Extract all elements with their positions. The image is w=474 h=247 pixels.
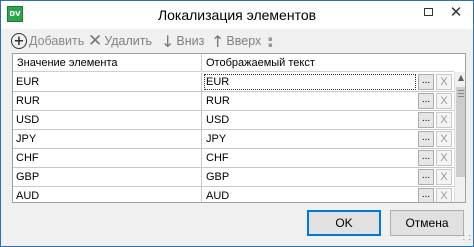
arrow-up-icon: ↑ — [211, 31, 225, 51]
ok-button[interactable]: OK — [307, 210, 381, 236]
table-row[interactable]: GBP GBP ... X — [13, 168, 454, 187]
scroll-up-arrow-icon[interactable]: ▲ — [455, 72, 465, 84]
cell-display-text[interactable]: CHF — [203, 149, 417, 167]
cell-display-text[interactable]: JPY — [203, 130, 417, 148]
add-button[interactable]: + Добавить — [11, 31, 84, 51]
cell-value[interactable]: GBP — [13, 168, 202, 186]
edit-dots-button[interactable]: ... — [418, 169, 434, 185]
table-row[interactable]: EUR EUR ... X — [13, 73, 454, 92]
toolbar: + Добавить ✕ Удалить ↓ Вниз ↑ Вверх ▪ ▪ — [6, 30, 468, 52]
maximize-icon — [423, 7, 433, 16]
cell-display-text[interactable]: RUR — [203, 92, 417, 110]
cell-value[interactable]: AUD — [13, 187, 202, 202]
move-down-button[interactable]: ↓ Вниз — [161, 31, 204, 51]
table-row[interactable]: CHF CHF ... X — [13, 149, 454, 168]
table-row[interactable]: USD USD ... X — [13, 111, 454, 130]
clear-button[interactable]: X — [436, 150, 452, 166]
delete-button-label: Удалить — [104, 34, 152, 48]
table-row[interactable]: AUD AUD ... X — [13, 187, 454, 202]
cell-value[interactable]: RUR — [13, 92, 202, 110]
edit-dots-button[interactable]: ... — [418, 188, 434, 202]
edit-dots-button[interactable]: ... — [418, 150, 434, 166]
move-up-button[interactable]: ↑ Вверх — [211, 31, 261, 51]
vertical-scrollbar[interactable]: ▲ — [454, 72, 465, 202]
clear-button[interactable]: X — [436, 169, 452, 185]
cell-display-text[interactable]: GBP — [203, 168, 417, 186]
localization-grid: Значение элемента Отображаемый текст EUR… — [12, 53, 466, 203]
x-icon: ✕ — [88, 31, 103, 51]
toolbar-overflow-icon[interactable]: ▪ ▪ — [268, 36, 274, 49]
clear-button[interactable]: X — [436, 93, 452, 109]
cell-value[interactable]: EUR — [13, 73, 202, 91]
grip-icon — [458, 90, 464, 97]
clear-button[interactable]: X — [436, 188, 452, 202]
title-bar[interactable]: DV Локализация элементов ✕ — [1, 1, 473, 29]
arrow-down-icon: ↓ — [161, 31, 175, 51]
move-down-label: Вниз — [176, 34, 205, 48]
scrollbar-thumb[interactable] — [456, 87, 465, 177]
edit-dots-button[interactable]: ... — [418, 74, 434, 90]
table-row[interactable]: JPY JPY ... X — [13, 130, 454, 149]
clear-button[interactable]: X — [436, 112, 452, 128]
cell-value[interactable]: JPY — [13, 130, 202, 148]
table-row[interactable]: RUR RUR ... X — [13, 92, 454, 111]
cell-display-text[interactable]: USD — [203, 111, 417, 129]
window-title: Локализация элементов — [157, 7, 317, 23]
edit-dots-button[interactable]: ... — [418, 112, 434, 128]
clear-button[interactable]: X — [436, 74, 452, 90]
close-icon: ✕ — [449, 3, 463, 21]
edit-dots-button[interactable]: ... — [418, 93, 434, 109]
cell-display-text[interactable]: EUR — [203, 73, 417, 91]
cell-display-text[interactable]: AUD — [203, 187, 417, 202]
edit-dots-button[interactable]: ... — [418, 131, 434, 147]
clear-button[interactable]: X — [436, 131, 452, 147]
cancel-button[interactable]: Отмена — [390, 210, 464, 236]
close-button[interactable]: ✕ — [443, 1, 469, 23]
cell-value[interactable]: USD — [13, 111, 202, 129]
column-header-value[interactable]: Значение элемента — [13, 54, 202, 72]
add-button-label: Добавить — [29, 34, 85, 48]
dialog-window: DV Локализация элементов ✕ + Добавить ✕ … — [0, 0, 474, 247]
plus-circle-icon: + — [11, 33, 27, 49]
resize-grip-icon[interactable]: ⠂⠂ ⠂⠂ — [462, 233, 474, 245]
move-up-label: Вверх — [226, 34, 262, 48]
delete-button[interactable]: ✕ Удалить — [88, 31, 152, 51]
cell-value[interactable]: CHF — [13, 149, 202, 167]
column-header-display-text[interactable]: Отображаемый текст — [202, 54, 454, 72]
maximize-button[interactable] — [415, 1, 441, 23]
